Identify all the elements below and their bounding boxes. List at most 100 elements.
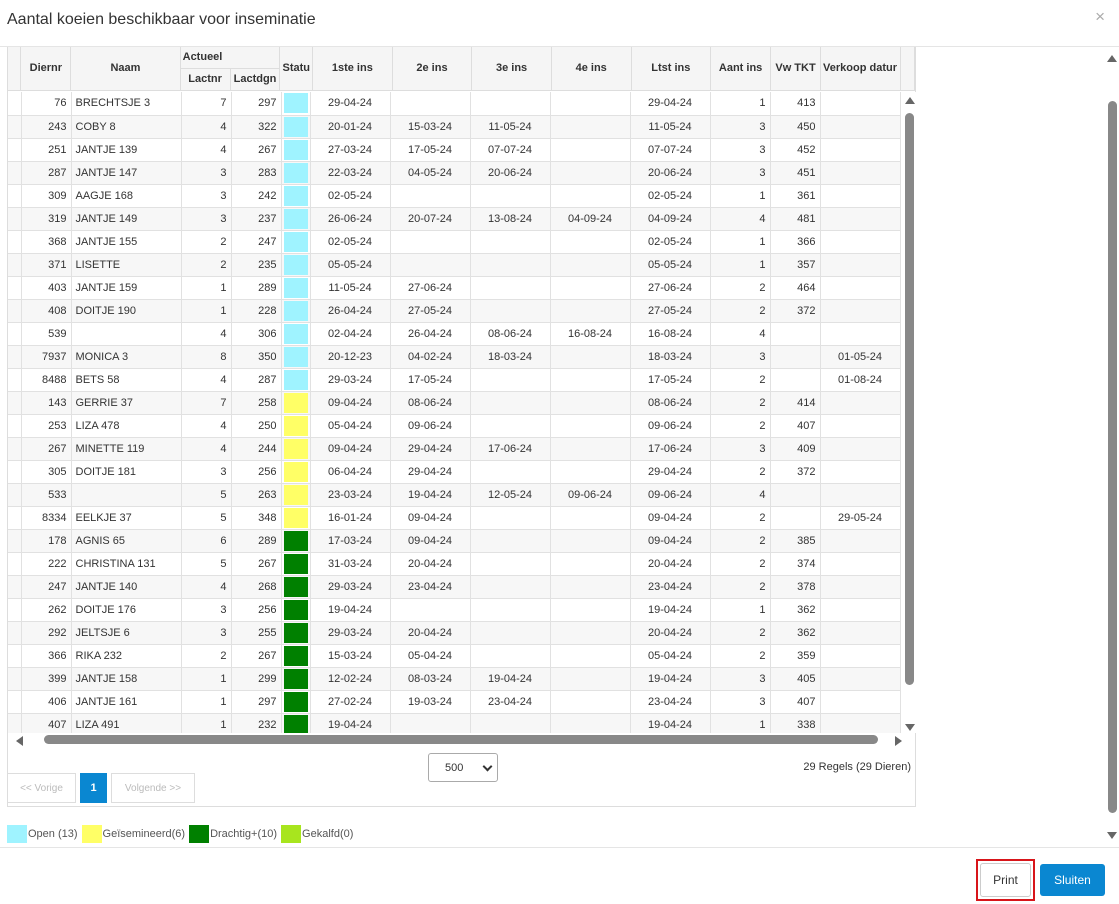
page-size-select[interactable]: 500 <box>428 753 498 782</box>
cell-naam: BRECHTSJE 3 <box>71 92 182 116</box>
table-row[interactable]: 368 JANTJE 155 2 247 02-05-24 02-05-24 1 366 <box>8 230 901 254</box>
cell-status <box>281 345 311 369</box>
table-row[interactable]: 251 JANTJE 139 4 267 27-03-24 17-05-24 07-07-2… <box>8 138 901 162</box>
cell-lactnr: 3 <box>181 184 232 208</box>
table-row[interactable]: 399 JANTJE 158 1 299 12-02-24 08-03-24 19-04-2… <box>8 667 901 691</box>
cell-4e-ins <box>550 506 631 530</box>
col-header-vw-tkt[interactable]: Vw TKT <box>770 47 822 91</box>
table-row[interactable]: 7937 MONICA 3 8 350 20-12-23 04-02-24 18-03-24… <box>8 345 901 369</box>
col-header-status[interactable]: Statu <box>279 47 313 91</box>
status-swatch <box>283 668 308 689</box>
table-row[interactable]: 287 JANTJE 147 3 283 22-03-24 04-05-24 20-06-2… <box>8 161 901 185</box>
close-button[interactable]: Sluiten <box>1040 864 1105 896</box>
scroll-thumb[interactable] <box>905 113 914 685</box>
legend-item-ins: Geïsemineerd(6) <box>81 825 185 843</box>
cell-vw-tkt: 409 <box>770 437 821 461</box>
cell-3e-ins: 20-06-24 <box>470 161 551 185</box>
next-page-button[interactable]: Volgende >> <box>111 773 195 803</box>
pagination: << Vorige 1 Volgende >> <box>7 773 199 803</box>
scroll-thumb[interactable] <box>1108 101 1117 813</box>
table-row[interactable]: 253 LIZA 478 4 250 05-04-24 09-06-24 09-06-24 2… <box>8 414 901 438</box>
cell-vw-tkt: 405 <box>770 667 821 691</box>
scroll-up-arrow-icon[interactable] <box>1107 55 1117 62</box>
cell-aant-ins: 1 <box>710 230 771 254</box>
print-button[interactable]: Print <box>980 863 1031 897</box>
col-header-4e-ins[interactable]: 4e ins <box>551 47 632 91</box>
cell-status <box>281 460 311 484</box>
col-header-1ste-ins[interactable]: 1ste ins <box>312 47 393 91</box>
cell-4e-ins <box>550 161 631 185</box>
cell-naam: GERRIE 37 <box>71 391 182 415</box>
col-header-lactdgn[interactable]: Lactdgn <box>230 68 281 91</box>
table-row[interactable]: 247 JANTJE 140 4 268 29-03-24 23-04-24 23-04-2… <box>8 575 901 599</box>
table-row[interactable]: 319 JANTJE 149 3 237 26-06-24 20-07-24 13-08-2… <box>8 207 901 231</box>
cell-1ste-ins: 20-01-24 <box>310 115 391 139</box>
row-handle <box>8 230 22 254</box>
modal-vertical-scrollbar[interactable] <box>1105 47 1119 847</box>
scroll-left-arrow-icon[interactable] <box>16 736 23 746</box>
close-icon[interactable]: × <box>1095 7 1105 27</box>
cell-ltst-ins: 09-04-24 <box>630 506 711 530</box>
table-row[interactable]: 408 DOITJE 190 1 228 26-04-24 27-05-24 27-05-2… <box>8 299 901 323</box>
cell-naam: DOITJE 190 <box>71 299 182 323</box>
cell-lactnr: 6 <box>181 529 232 553</box>
table-row[interactable]: 406 JANTJE 161 1 297 27-02-24 19-03-24 23-04-2… <box>8 690 901 714</box>
table-row[interactable]: 292 JELTSJE 6 3 255 29-03-24 20-04-24 20-04-24… <box>8 621 901 645</box>
scroll-down-arrow-icon[interactable] <box>905 724 915 731</box>
cell-diernr: 243 <box>21 115 72 139</box>
cell-3e-ins <box>470 552 551 576</box>
scroll-down-arrow-icon[interactable] <box>1107 832 1117 839</box>
col-header-aant-ins[interactable]: Aant ins <box>710 47 772 91</box>
row-handle <box>8 92 22 116</box>
cell-verkoop-datum <box>820 552 901 576</box>
table-row[interactable]: 407 LIZA 491 1 232 19-04-24 19-04-24 1 338 <box>8 713 901 733</box>
scroll-thumb-horizontal[interactable] <box>44 735 878 744</box>
table-row[interactable]: 178 AGNIS 65 6 289 17-03-24 09-04-24 09-04-24 2… <box>8 529 901 553</box>
table-row[interactable]: 371 LISETTE 2 235 05-05-24 05-05-24 1 357 <box>8 253 901 277</box>
cell-status <box>281 529 311 553</box>
cell-aant-ins: 2 <box>710 621 771 645</box>
cell-diernr: 222 <box>21 552 72 576</box>
col-header-2e-ins[interactable]: 2e ins <box>392 47 473 91</box>
table-row[interactable]: 366 RIKA 232 2 267 15-03-24 05-04-24 05-04-24 2… <box>8 644 901 668</box>
status-swatch <box>283 691 308 712</box>
cell-ltst-ins: 23-04-24 <box>630 690 711 714</box>
table-row[interactable]: 533 5 263 23-03-24 19-04-24 12-05-24 09-06-24 0… <box>8 483 901 507</box>
table-row[interactable]: 309 AAGJE 168 3 242 02-05-24 02-05-24 1 361 <box>8 184 901 208</box>
scroll-right-arrow-icon[interactable] <box>895 736 902 746</box>
table-row[interactable]: 8488 BETS 58 4 287 29-03-24 17-05-24 17-05-24 2… <box>8 368 901 392</box>
cell-4e-ins <box>550 575 631 599</box>
table-row[interactable]: 267 MINETTE 119 4 244 09-04-24 29-04-24 17-06-… <box>8 437 901 461</box>
table-row[interactable]: 262 DOITJE 176 3 256 19-04-24 19-04-24 1 362 <box>8 598 901 622</box>
col-header-3e-ins[interactable]: 3e ins <box>471 47 552 91</box>
scroll-up-arrow-icon[interactable] <box>905 97 915 104</box>
col-header-lactnr[interactable]: Lactnr <box>180 68 231 91</box>
table-row[interactable]: 539 4 306 02-04-24 26-04-24 08-06-24 16-08-24 1… <box>8 322 901 346</box>
prev-page-button[interactable]: << Vorige <box>7 773 76 803</box>
cell-3e-ins <box>470 713 551 733</box>
table-row[interactable]: 403 JANTJE 159 1 289 11-05-24 27-06-24 27-06-2… <box>8 276 901 300</box>
row-handle <box>8 414 22 438</box>
cell-4e-ins <box>550 529 631 553</box>
cell-lactnr: 1 <box>181 276 232 300</box>
col-header-diernr[interactable]: Diernr <box>20 47 72 91</box>
cell-1ste-ins: 29-03-24 <box>310 575 391 599</box>
cell-aant-ins: 2 <box>710 529 771 553</box>
table-row[interactable]: 76 BRECHTSJE 3 7 297 29-04-24 29-04-24 1 413 <box>8 92 901 116</box>
col-header-verkoop-datum[interactable]: Verkoop datur <box>820 47 901 91</box>
cell-vw-tkt: 362 <box>770 621 821 645</box>
cell-diernr: 309 <box>21 184 72 208</box>
table-row[interactable]: 243 COBY 8 4 322 20-01-24 15-03-24 11-05-24 11-… <box>8 115 901 139</box>
table-row[interactable]: 305 DOITJE 181 3 256 06-04-24 29-04-24 29-04-2… <box>8 460 901 484</box>
table-row[interactable]: 8334 EELKJE 37 5 348 16-01-24 09-04-24 09-04-2… <box>8 506 901 530</box>
col-header-ltst-ins[interactable]: Ltst ins <box>631 47 712 91</box>
grid-vertical-scrollbar[interactable] <box>903 92 917 733</box>
page-1-button[interactable]: 1 <box>80 773 107 803</box>
cell-4e-ins <box>550 391 631 415</box>
table-row[interactable]: 143 GERRIE 37 7 258 09-04-24 08-06-24 08-06-24… <box>8 391 901 415</box>
grid-horizontal-scrollbar[interactable] <box>8 733 904 747</box>
table-row[interactable]: 222 CHRISTINA 131 5 267 31-03-24 20-04-24 20-0… <box>8 552 901 576</box>
row-handle <box>8 529 22 553</box>
col-header-naam[interactable]: Naam <box>70 47 181 91</box>
cell-verkoop-datum <box>820 115 901 139</box>
